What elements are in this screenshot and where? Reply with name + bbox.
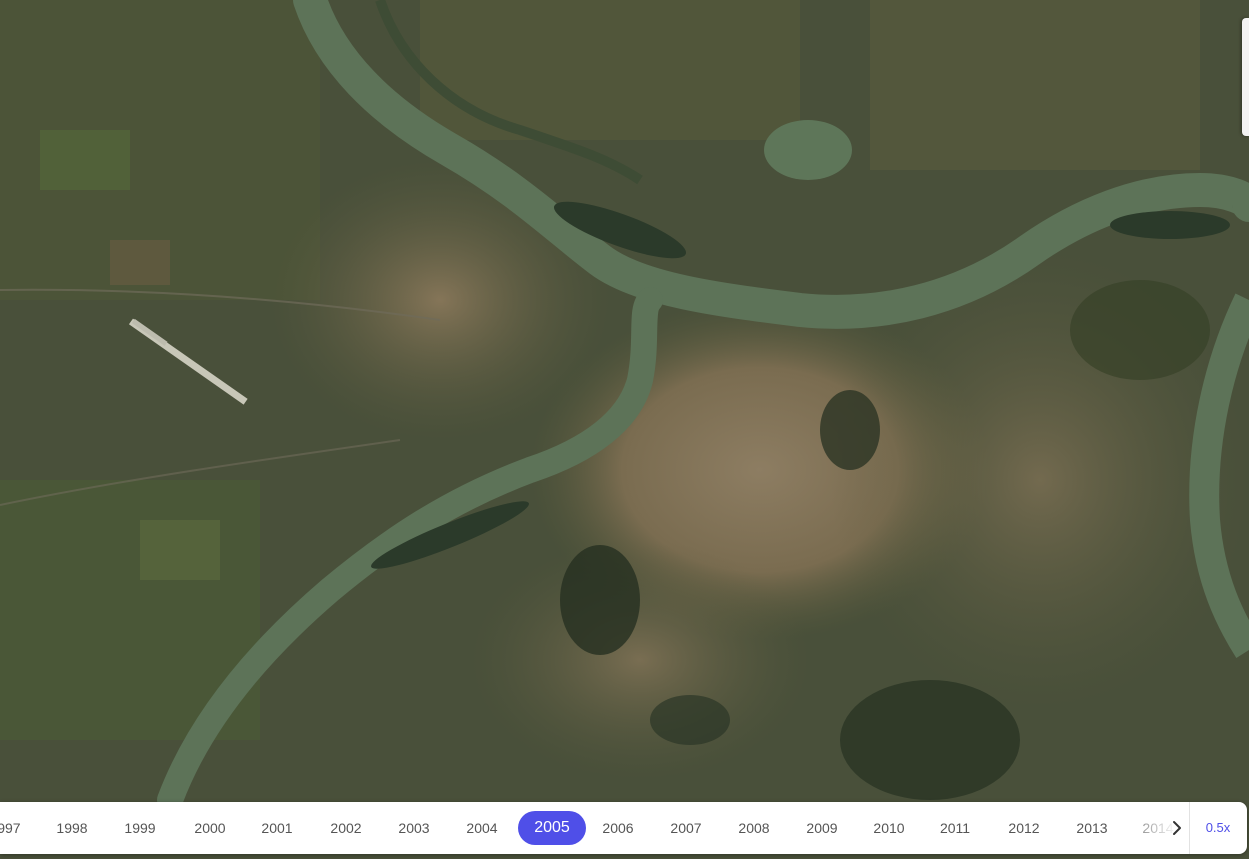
year-timeline: 199719981999 20002001 20022003200420052006…	[0, 802, 1247, 854]
year-2001[interactable]: 2001	[247, 811, 307, 845]
year-2013[interactable]: 2013	[1062, 811, 1122, 845]
year-1997[interactable]: 1997	[0, 811, 35, 845]
year-2007[interactable]: 2007	[656, 811, 716, 845]
year-2008[interactable]: 2008	[724, 811, 784, 845]
year-2006[interactable]: 2006	[588, 811, 648, 845]
year-2010[interactable]: 2010	[859, 811, 919, 845]
side-panel-handle[interactable]	[1242, 18, 1249, 136]
year-1999[interactable]: 1999	[110, 811, 170, 845]
year-2005[interactable]: 2005	[518, 811, 586, 845]
year-2011[interactable]: 2011	[925, 811, 985, 845]
year-2003[interactable]: 2003	[384, 811, 444, 845]
satellite-imagery	[0, 0, 1249, 859]
year-2002[interactable]: 2002	[316, 811, 376, 845]
satellite-map[interactable]	[0, 0, 1249, 859]
year-1998[interactable]: 1998	[42, 811, 102, 845]
timeline-divider	[1189, 802, 1190, 854]
next-year-button[interactable]	[1166, 815, 1188, 841]
year-2012[interactable]: 2012	[994, 811, 1054, 845]
year-2000[interactable]: 2000	[180, 811, 240, 845]
chevron-right-icon	[1173, 821, 1181, 835]
playback-speed-button[interactable]: 0.5x	[1196, 811, 1240, 845]
year-2009[interactable]: 2009	[792, 811, 852, 845]
year-2004[interactable]: 2004	[452, 811, 512, 845]
